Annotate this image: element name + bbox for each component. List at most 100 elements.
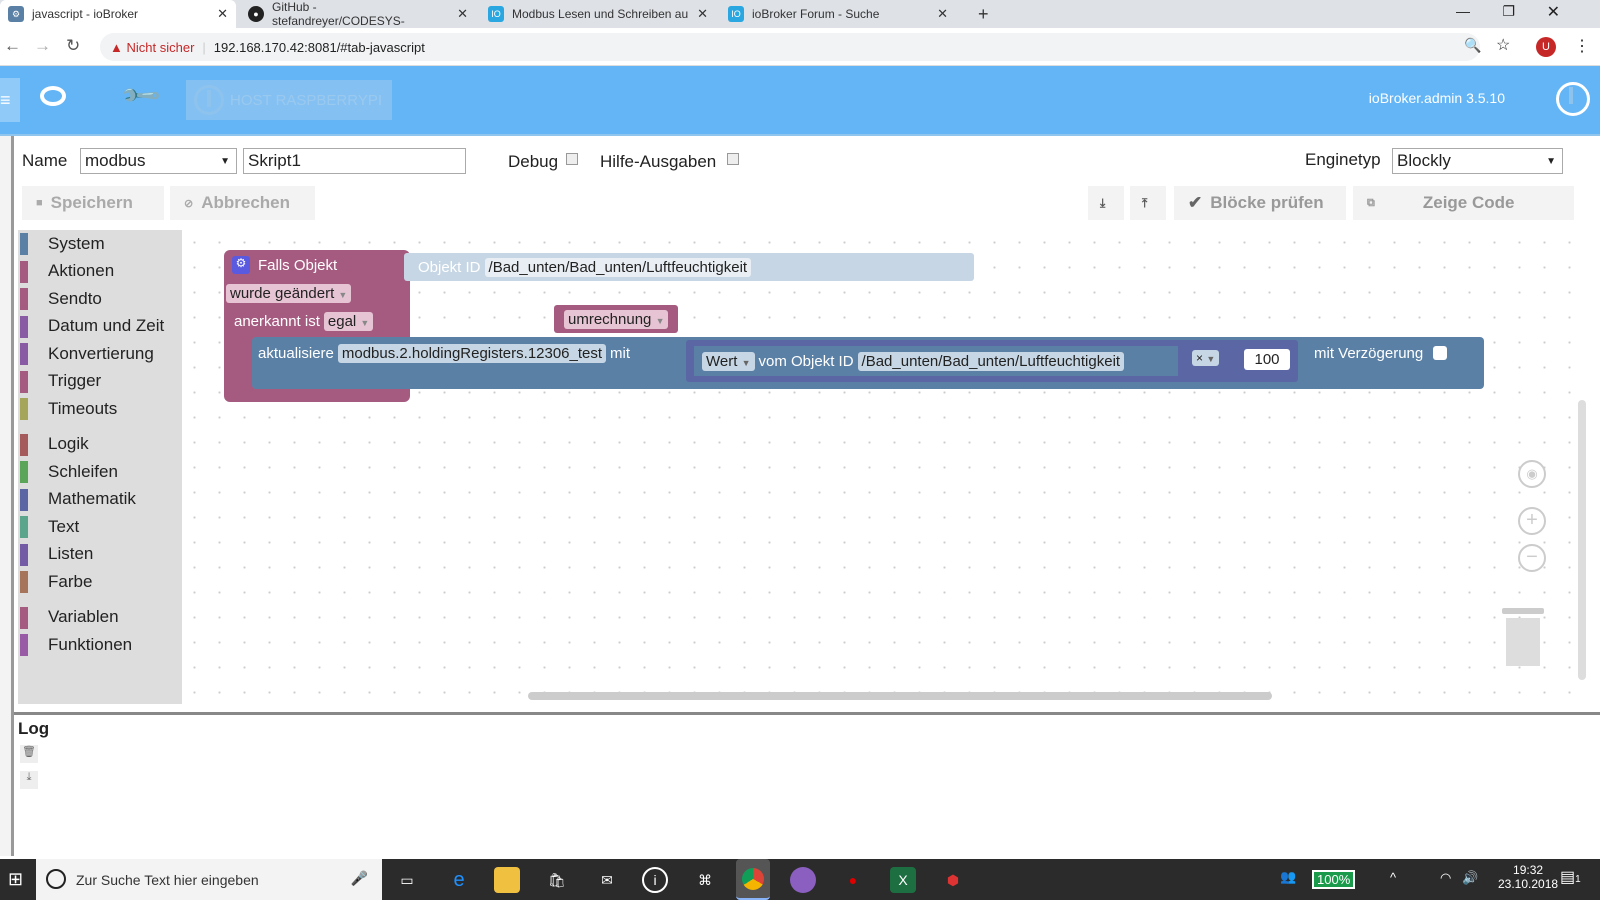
tray-chevron-icon[interactable]: ^ bbox=[1390, 870, 1396, 885]
toolbox-category[interactable]: Timeouts bbox=[18, 395, 182, 423]
hamburger-menu-icon[interactable]: ≡ bbox=[0, 78, 20, 122]
vertical-scrollbar[interactable] bbox=[1578, 400, 1586, 680]
network-app-icon[interactable]: ⌘ bbox=[692, 867, 718, 893]
toolbox-category[interactable]: Trigger bbox=[18, 368, 182, 396]
toolbox-category[interactable]: Variablen bbox=[18, 604, 182, 632]
check-blocks-button[interactable]: ✔ Blöcke prüfen bbox=[1174, 186, 1346, 220]
close-tab-icon[interactable]: ✕ bbox=[217, 6, 228, 22]
close-window-icon[interactable]: ✕ bbox=[1547, 2, 1560, 22]
volume-icon[interactable]: 🔊 bbox=[1462, 870, 1478, 886]
delay-checkbox[interactable] bbox=[1433, 346, 1448, 360]
objekt-id-block[interactable]: Objekt ID/Bad_unten/Bad_unten/Luftfeucht… bbox=[404, 253, 974, 281]
gear-icon[interactable]: ⚙ bbox=[232, 256, 250, 274]
recenter-icon[interactable]: ◉ bbox=[1518, 460, 1546, 488]
toolbox-category[interactable]: Mathematik bbox=[18, 486, 182, 514]
ack-label: anerkannt ist bbox=[234, 312, 320, 330]
app-icon[interactable]: ● bbox=[840, 867, 866, 893]
show-code-button[interactable]: ⧉ Zeige Code bbox=[1353, 186, 1574, 220]
clear-log-icon[interactable]: 🗑 bbox=[20, 745, 38, 763]
operator-dropdown[interactable]: × ▼ bbox=[1192, 350, 1220, 366]
url-field[interactable]: ▲ Nicht sicher | 192.168.170.42:8081/#ta… bbox=[100, 33, 1480, 61]
eye-icon[interactable] bbox=[40, 86, 66, 106]
people-icon[interactable]: 👥 bbox=[1280, 869, 1296, 885]
toolbox-category[interactable]: Listen bbox=[18, 541, 182, 569]
security-warning[interactable]: Nicht sicher bbox=[126, 40, 194, 55]
export-button[interactable]: ⤓ bbox=[1088, 186, 1124, 220]
tab-modbus[interactable]: IO Modbus Lesen und Schreiben au ✕ bbox=[480, 0, 716, 28]
toolbox-category[interactable]: Text bbox=[18, 513, 182, 541]
value-dropdown[interactable]: Wert ▼ bbox=[702, 351, 755, 371]
close-tab-icon[interactable]: ✕ bbox=[697, 6, 708, 22]
function-call-block[interactable]: umrechnung ▼ bbox=[554, 305, 679, 333]
toolbox-category[interactable]: Funktionen bbox=[18, 631, 182, 659]
ack-dropdown[interactable]: egal ▼ bbox=[323, 311, 374, 331]
close-tab-icon[interactable]: ✕ bbox=[457, 6, 468, 22]
download-log-icon[interactable]: ⤓ bbox=[20, 771, 38, 789]
toolbox-category[interactable]: Datum und Zeit bbox=[18, 313, 182, 341]
trigger-oid-field[interactable]: /Bad_unten/Bad_unten/Luftfeuchtigkeit bbox=[484, 257, 752, 277]
mail-icon[interactable]: ✉ bbox=[594, 867, 620, 893]
toolbox-category[interactable]: System bbox=[18, 230, 182, 258]
toolbox-category[interactable]: Logik bbox=[18, 431, 182, 459]
zoom-icon[interactable]: 🔍 bbox=[1464, 37, 1481, 54]
number-block[interactable]: 100 bbox=[1240, 346, 1294, 376]
back-icon[interactable]: ← bbox=[4, 36, 21, 56]
value-of-object-block[interactable]: Wert ▼ vom Objekt ID/Bad_unten/Bad_unten/… bbox=[694, 346, 1178, 376]
value-oid-field[interactable]: /Bad_unten/Bad_unten/Luftfeuchtigkeit bbox=[857, 351, 1125, 371]
wifi-icon[interactable]: ◠ bbox=[1440, 870, 1451, 886]
minimize-icon[interactable]: — bbox=[1456, 3, 1470, 19]
update-oid-field[interactable]: modbus.2.holdingRegisters.12306_test bbox=[337, 343, 607, 363]
menu-icon[interactable]: ⋮ bbox=[1574, 36, 1590, 56]
excel-icon[interactable]: X bbox=[890, 867, 916, 893]
zoom-out-icon[interactable]: − bbox=[1518, 544, 1546, 572]
battery-indicator[interactable]: 100% bbox=[1312, 870, 1356, 889]
toolbox-category[interactable]: Farbe bbox=[18, 568, 182, 596]
wrench-icon[interactable]: 🔧 bbox=[119, 73, 164, 118]
store-icon[interactable]: 🛍 bbox=[544, 867, 570, 893]
category-color-swatch bbox=[20, 634, 28, 656]
hilfe-checkbox[interactable] bbox=[727, 153, 739, 165]
toolbox-category[interactable]: Schleifen bbox=[18, 458, 182, 486]
file-explorer-icon[interactable] bbox=[494, 867, 520, 893]
import-button[interactable]: ⤒ bbox=[1130, 186, 1166, 220]
forward-icon[interactable]: → bbox=[34, 36, 51, 56]
blockly-workspace[interactable]: ⚙ Falls Objekt Objekt ID/Bad_unten/Bad_un… bbox=[182, 230, 1590, 704]
taskbar-search[interactable]: Zur Suche Text hier eingeben 🎤 bbox=[36, 859, 382, 900]
toolbox-category[interactable]: Konvertierung bbox=[18, 340, 182, 368]
app-icon[interactable]: ⬢ bbox=[940, 867, 966, 893]
clock[interactable]: 19:32 23.10.2018 bbox=[1498, 863, 1558, 891]
microphone-icon[interactable]: 🎤 bbox=[351, 870, 368, 887]
edge-icon[interactable]: e bbox=[446, 867, 472, 893]
zoom-in-icon[interactable]: + bbox=[1518, 507, 1546, 535]
close-tab-icon[interactable]: ✕ bbox=[937, 6, 948, 22]
cancel-button[interactable]: ⊘ Abbrechen bbox=[170, 186, 315, 220]
tab-forum[interactable]: IO ioBroker Forum - Suche ✕ bbox=[720, 0, 956, 28]
engine-select[interactable]: Blockly ▼ bbox=[1392, 148, 1563, 174]
profile-avatar[interactable]: U bbox=[1536, 37, 1556, 57]
tab-javascript[interactable]: ⚙ javascript - ioBroker ✕ bbox=[0, 0, 236, 28]
script-name-input[interactable]: Skript1 bbox=[243, 148, 466, 174]
reload-icon[interactable]: ↻ bbox=[66, 36, 80, 56]
debug-checkbox[interactable] bbox=[566, 153, 578, 165]
tab-github[interactable]: ● GitHub - stefandreyer/CODESYS- ✕ bbox=[240, 0, 476, 28]
save-button[interactable]: ■ Speichern bbox=[22, 186, 164, 220]
notifications-icon[interactable]: ▤1 bbox=[1560, 867, 1581, 887]
trash-icon[interactable] bbox=[1502, 608, 1544, 668]
app-icon[interactable]: i bbox=[642, 867, 668, 893]
category-color-swatch bbox=[20, 488, 28, 511]
restore-icon[interactable]: ❐ bbox=[1502, 3, 1515, 20]
toolbox-category[interactable]: Sendto bbox=[18, 285, 182, 313]
windows-start-icon[interactable]: ⊞ bbox=[8, 869, 23, 890]
horizontal-scrollbar[interactable] bbox=[528, 692, 1272, 700]
bookmark-star-icon[interactable]: ☆ bbox=[1496, 35, 1510, 55]
app-icon[interactable] bbox=[790, 867, 816, 893]
folder-select[interactable]: modbus ▼ bbox=[80, 148, 237, 174]
operand-value[interactable]: 100 bbox=[1244, 349, 1290, 370]
host-label: HOST RASPBERRYPI bbox=[230, 91, 382, 109]
chrome-icon[interactable] bbox=[736, 859, 770, 900]
toolbox-category[interactable]: Aktionen bbox=[18, 258, 182, 286]
new-tab-button[interactable]: + bbox=[970, 0, 997, 28]
changed-dropdown[interactable]: wurde geändert ▼ bbox=[226, 282, 352, 304]
host-selector[interactable]: HOST RASPBERRYPI bbox=[186, 80, 392, 120]
task-view-icon[interactable]: ▭ bbox=[394, 867, 420, 893]
